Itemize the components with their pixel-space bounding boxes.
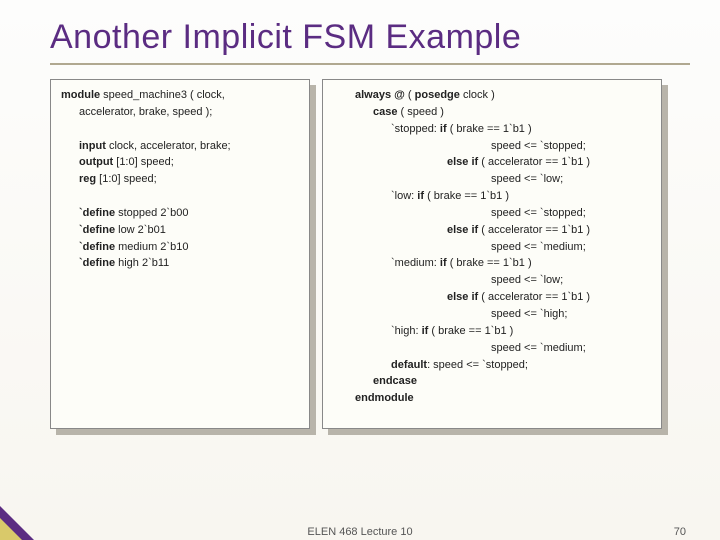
kw-endmodule: endmodule	[333, 391, 651, 406]
code-text: accelerator, brake, speed );	[61, 105, 299, 120]
code-text: medium 2`b10	[115, 241, 188, 253]
code-text: `medium:	[391, 257, 440, 269]
code-text: speed <= `low;	[333, 172, 651, 187]
kw-elseif: else if	[447, 291, 478, 303]
code-text: stopped 2`b00	[115, 207, 188, 219]
code-text: speed <= `low;	[333, 273, 651, 288]
kw-if: if	[440, 257, 447, 269]
kw-define: `define	[79, 207, 115, 219]
code-text: clock )	[460, 89, 495, 101]
kw-endcase: endcase	[333, 374, 651, 389]
code-text: [1:0] speed;	[96, 173, 157, 185]
kw-posedge: posedge	[415, 89, 460, 101]
code-text: ( accelerator == 1`b1 )	[478, 291, 590, 303]
code-text: : speed <= `stopped;	[427, 359, 528, 371]
code-text: ( brake == 1`b1 )	[424, 190, 509, 202]
left-code-box: module speed_machine3 ( clock, accelerat…	[50, 79, 310, 429]
code-text: speed <= `medium;	[333, 240, 651, 255]
code-text: (	[405, 89, 415, 101]
code-text: ( speed )	[397, 106, 443, 118]
code-text: clock, accelerator, brake;	[106, 140, 231, 152]
kw-case: case	[373, 106, 397, 118]
kw-module: module	[61, 89, 100, 101]
right-code-box: always @ ( posedge clock ) case ( speed …	[322, 79, 662, 429]
kw-always: always @	[355, 89, 405, 101]
code-text: speed <= `stopped;	[333, 139, 651, 154]
kw-elseif: else if	[447, 224, 478, 236]
kw-default: default	[391, 359, 427, 371]
content-area: module speed_machine3 ( clock, accelerat…	[0, 65, 720, 429]
code-panel-right: always @ ( posedge clock ) case ( speed …	[322, 79, 662, 429]
kw-input: input	[79, 140, 106, 152]
code-panel-left: module speed_machine3 ( clock, accelerat…	[50, 79, 310, 429]
code-text: speed_machine3 ( clock,	[100, 89, 225, 101]
kw-if: if	[440, 123, 447, 135]
code-text: ( brake == 1`b1 )	[447, 257, 532, 269]
kw-reg: reg	[79, 173, 96, 185]
code-text: speed <= `high;	[333, 307, 651, 322]
code-text: ( accelerator == 1`b1 )	[478, 224, 590, 236]
code-text: ( brake == 1`b1 )	[428, 325, 513, 337]
kw-if: if	[417, 190, 424, 202]
code-text: `high:	[391, 325, 422, 337]
footer-lecture: ELEN 468 Lecture 10	[307, 526, 412, 538]
code-text: ( brake == 1`b1 )	[447, 123, 532, 135]
kw-elseif: else if	[447, 156, 478, 168]
kw-define: `define	[79, 241, 115, 253]
code-text: speed <= `medium;	[333, 341, 651, 356]
slide-title: Another Implicit FSM Example	[0, 0, 720, 63]
kw-define: `define	[79, 224, 115, 236]
code-text: `stopped:	[391, 123, 440, 135]
code-text: ( accelerator == 1`b1 )	[478, 156, 590, 168]
corner-decoration-inner	[0, 518, 22, 540]
code-text: [1:0] speed;	[113, 156, 174, 168]
code-text: speed <= `stopped;	[333, 206, 651, 221]
kw-define: `define	[79, 257, 115, 269]
slide-number: 70	[674, 526, 686, 538]
kw-output: output	[79, 156, 113, 168]
code-text: `low:	[391, 190, 417, 202]
code-text: low 2`b01	[115, 224, 166, 236]
code-text: high 2`b11	[115, 257, 169, 269]
